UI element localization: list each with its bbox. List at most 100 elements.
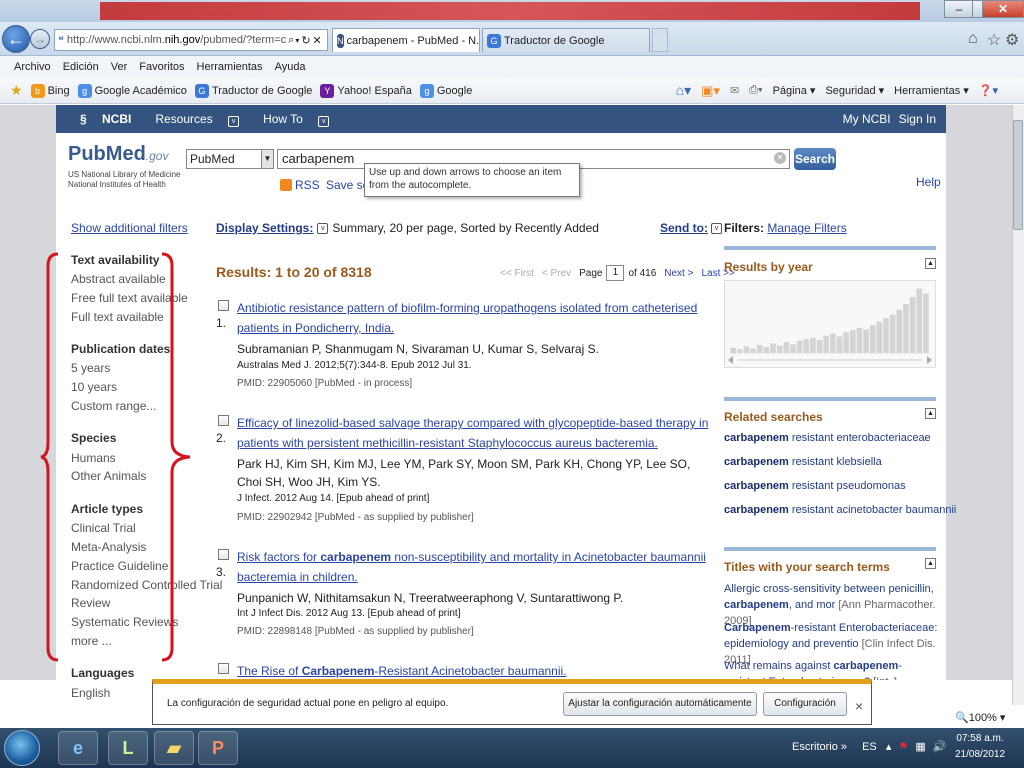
flag-icon[interactable]: ⚑ xyxy=(898,741,908,753)
year-bar[interactable] xyxy=(730,347,736,354)
dropdown-icon[interactable]: ▾ xyxy=(295,36,299,45)
scrollbar-thumb[interactable] xyxy=(1013,120,1023,230)
year-bar[interactable] xyxy=(909,297,916,354)
year-bar[interactable] xyxy=(763,346,770,354)
folder-icon[interactable]: ▰ xyxy=(154,731,194,765)
menu-herramientas[interactable]: Herramientas xyxy=(197,61,263,73)
related-search-link[interactable]: carbapenem resistant klebsiella xyxy=(724,456,882,468)
chevron-down-icon[interactable]: v xyxy=(711,222,722,234)
year-bar[interactable] xyxy=(883,318,889,354)
search-icon[interactable]: ⌕ xyxy=(288,34,294,47)
year-bar[interactable] xyxy=(816,339,823,354)
result-title-link[interactable]: Efficacy of linezolid-based salvage ther… xyxy=(237,413,712,453)
display-settings[interactable]: Display Settings: v Summary, 20 per page… xyxy=(216,221,599,235)
related-search-link[interactable]: carbapenem resistant acinetobacter bauma… xyxy=(724,504,956,516)
result-checkbox[interactable] xyxy=(218,663,229,674)
expand-tray-icon[interactable]: ▴ xyxy=(886,741,892,753)
start-button[interactable] xyxy=(4,730,40,766)
result-checkbox[interactable] xyxy=(218,549,229,560)
help-icon[interactable]: ❓▾ xyxy=(979,84,998,97)
year-bar[interactable] xyxy=(823,335,830,354)
tools-gear-icon[interactable]: ⚙ xyxy=(1005,30,1019,50)
filter-clinical-trial[interactable]: Clinical Trial xyxy=(71,521,136,535)
year-bar[interactable] xyxy=(923,293,929,354)
feeds-icon[interactable]: ▣▾ xyxy=(701,83,720,99)
tab-pubmed[interactable]: N carbapenem - PubMed - N... ✕ xyxy=(332,28,480,52)
year-bar[interactable] xyxy=(743,346,750,354)
year-bar[interactable] xyxy=(790,344,796,354)
ncbi-logo[interactable]: § NCBI xyxy=(68,112,131,126)
year-bar[interactable] xyxy=(869,325,876,354)
stop-icon[interactable]: ✕ xyxy=(313,34,322,47)
year-bar[interactable] xyxy=(916,288,923,354)
result-title-link[interactable]: The Rise of Carbapenem-Resistant Acineto… xyxy=(237,661,712,681)
home-icon[interactable]: ⌂ xyxy=(968,30,978,48)
year-bar[interactable] xyxy=(836,336,843,354)
fav-google-academico[interactable]: g Google Académico xyxy=(77,83,187,98)
menu-pagina[interactable]: Página ▾ xyxy=(773,84,816,97)
filter-custom-range[interactable]: Custom range... xyxy=(71,399,156,413)
sign-in-link[interactable]: Sign In xyxy=(899,112,936,126)
my-ncbi-link[interactable]: My NCBI xyxy=(843,112,891,126)
menu-favoritos[interactable]: Favoritos xyxy=(139,61,184,73)
year-bar[interactable] xyxy=(863,329,869,354)
year-bar[interactable] xyxy=(736,349,743,354)
year-bar[interactable] xyxy=(770,343,776,354)
filter-other-animals[interactable]: Other Animals xyxy=(71,469,146,483)
filter-full-text[interactable]: Full text available xyxy=(71,310,164,324)
result-checkbox[interactable] xyxy=(218,300,229,311)
language-indicator[interactable]: ES xyxy=(862,741,877,753)
fav-bing[interactable]: b Bing xyxy=(30,83,70,98)
search-button[interactable]: Search xyxy=(794,148,836,170)
pager-next[interactable]: Next > xyxy=(664,268,693,279)
menu-ver[interactable]: Ver xyxy=(111,61,128,73)
filter-meta-analysis[interactable]: Meta-Analysis xyxy=(71,540,146,554)
settings-button[interactable]: Configuración xyxy=(763,692,847,716)
filter-practice-guideline[interactable]: Practice Guideline xyxy=(71,559,168,573)
filter-english[interactable]: English xyxy=(71,686,110,700)
refresh-icon[interactable]: ↻ xyxy=(301,34,310,47)
address-bar[interactable]: ❝ http://www.ncbi.nlm. nih.gov/pubmed/?te… xyxy=(54,29,328,51)
rss-link[interactable]: RSS xyxy=(280,178,320,192)
collapse-icon[interactable]: ▲ xyxy=(925,558,936,569)
filter-more[interactable]: more ... xyxy=(71,634,112,648)
pubmed-logo[interactable]: PubMed.gov xyxy=(68,143,168,166)
taskbar-clock[interactable]: 07:58 a.m. 21/08/2012 xyxy=(955,731,1005,763)
collapse-icon[interactable]: ▲ xyxy=(925,408,936,419)
save-search-link[interactable]: Save search xyxy=(326,178,364,192)
page-number-input[interactable]: 1 xyxy=(606,265,625,281)
result-title-link[interactable]: Risk factors for carbapenem non-suscepti… xyxy=(237,547,712,587)
favorites-star-icon[interactable]: ☆ xyxy=(987,30,1001,50)
send-to[interactable]: Send to: v xyxy=(660,221,722,235)
filter-review[interactable]: Review xyxy=(71,596,110,610)
filter-10-years[interactable]: 10 years xyxy=(71,380,117,394)
year-bar[interactable] xyxy=(856,327,863,354)
chevron-down-icon[interactable]: v xyxy=(317,222,329,234)
minimize-button[interactable]: – xyxy=(944,0,974,18)
resources-menu[interactable]: Resources v xyxy=(143,112,240,127)
year-bar[interactable] xyxy=(876,321,883,354)
year-bar[interactable] xyxy=(810,337,816,354)
year-bar[interactable] xyxy=(843,332,849,354)
menu-edicion[interactable]: Edición xyxy=(63,61,99,73)
menu-herramientas-cmd[interactable]: Herramientas ▾ xyxy=(894,84,969,97)
year-bar[interactable] xyxy=(796,340,803,354)
menu-archivo[interactable]: Archivo xyxy=(14,61,51,73)
back-button[interactable]: ← xyxy=(2,25,30,53)
zoom-level[interactable]: 🔍100% ▾ xyxy=(955,711,1005,724)
title-match-link[interactable]: What remains against carbapenem-resistan… xyxy=(724,658,938,680)
favorites-star-add-icon[interactable]: ★ xyxy=(10,82,23,99)
related-search-link[interactable]: carbapenem resistant pseudomonas xyxy=(724,480,906,492)
chevron-right-icon[interactable]: » xyxy=(841,741,847,753)
tab-google-translate[interactable]: G Traductor de Google xyxy=(482,28,650,52)
close-window-button[interactable]: ✕ xyxy=(982,0,1024,18)
fav-traductor[interactable]: G Traductor de Google xyxy=(194,83,312,98)
desktop-toolbar[interactable]: Escritorio xyxy=(792,741,838,753)
display-settings-label[interactable]: Display Settings: xyxy=(216,221,313,235)
manage-filters-link[interactable]: Manage Filters xyxy=(767,221,846,235)
home-icon[interactable]: ⌂▾ xyxy=(676,82,691,99)
fix-settings-button[interactable]: Ajustar la configuración automáticamente xyxy=(563,692,757,716)
result-title-link[interactable]: Antibiotic resistance pattern of biofilm… xyxy=(237,298,712,338)
close-notification-icon[interactable]: × xyxy=(855,698,863,714)
powerpoint-icon[interactable]: P xyxy=(198,731,238,765)
